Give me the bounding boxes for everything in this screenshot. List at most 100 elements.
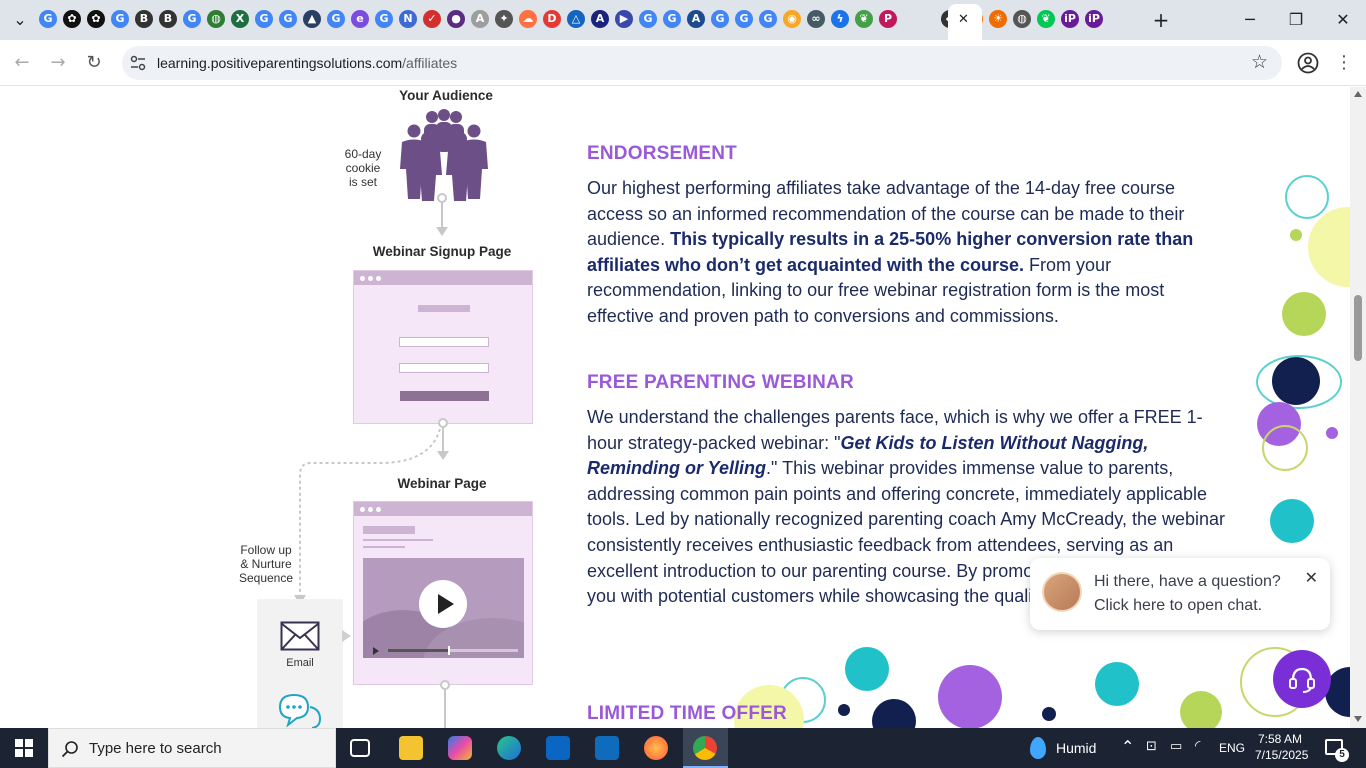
- meet-now-icon[interactable]: ⊡: [1146, 739, 1157, 754]
- tab-search-chevron-icon[interactable]: ⌄: [8, 8, 32, 32]
- p-icon[interactable]: P: [879, 10, 897, 28]
- ip-icon[interactable]: iP: [1085, 10, 1103, 28]
- weather-drop-icon[interactable]: [1030, 737, 1046, 759]
- task-view-icon[interactable]: [350, 739, 370, 757]
- copilot-icon[interactable]: [448, 736, 472, 760]
- google-icon[interactable]: G: [639, 10, 657, 28]
- chat-support-icon: [1289, 667, 1315, 693]
- url-text[interactable]: learning.positiveparentingsolutions.com/…: [157, 55, 457, 71]
- excel-icon[interactable]: X: [231, 10, 249, 28]
- cap-icon[interactable]: ▲: [303, 10, 321, 28]
- openai-icon[interactable]: ✿: [87, 10, 105, 28]
- video-player[interactable]: [363, 558, 524, 658]
- weather-text[interactable]: Humid: [1056, 740, 1096, 756]
- microsoft-store-icon[interactable]: [546, 736, 570, 760]
- video-play-small-icon[interactable]: [373, 647, 379, 655]
- language-indicator[interactable]: ENG: [1219, 741, 1245, 755]
- eye-icon[interactable]: ◉: [783, 10, 801, 28]
- check-icon[interactable]: ✓: [423, 10, 441, 28]
- chat-greeting[interactable]: Hi there, have a question?: [1094, 573, 1281, 591]
- cloud-icon[interactable]: ☁: [519, 10, 537, 28]
- video-progress-bar[interactable]: [388, 646, 518, 655]
- chat-popup[interactable]: Hi there, have a question? Click here to…: [1030, 558, 1330, 630]
- triangle-icon[interactable]: △: [567, 10, 585, 28]
- firefox-icon[interactable]: [644, 736, 668, 760]
- google-icon[interactable]: G: [183, 10, 201, 28]
- google-icon[interactable]: G: [759, 10, 777, 28]
- globe-icon[interactable]: ◍: [1013, 10, 1031, 28]
- minimize-button[interactable]: ─: [1238, 8, 1262, 32]
- google-icon[interactable]: G: [711, 10, 729, 28]
- back-button[interactable]: ←: [10, 51, 34, 75]
- ads-icon[interactable]: A: [471, 10, 489, 28]
- google-icon[interactable]: G: [111, 10, 129, 28]
- openai-icon[interactable]: ✿: [63, 10, 81, 28]
- close-window-button[interactable]: ✕: [1331, 8, 1355, 32]
- google-icon[interactable]: G: [39, 10, 57, 28]
- b-icon[interactable]: B: [135, 10, 153, 28]
- chat-close-button[interactable]: ✕: [1305, 568, 1318, 587]
- play-button[interactable]: [419, 580, 467, 628]
- tray-chevron-icon[interactable]: ⌃: [1121, 737, 1134, 756]
- chat-launcher-button[interactable]: [1273, 650, 1331, 708]
- address-bar[interactable]: learning.positiveparentingsolutions.com/…: [122, 46, 1282, 80]
- search-icon: [61, 741, 78, 758]
- scroll-up-icon[interactable]: [1354, 91, 1362, 97]
- close-tab-icon[interactable]: ✕: [958, 12, 969, 27]
- decor-circle: [1326, 427, 1338, 439]
- clock-time[interactable]: 7:58 AM: [1258, 732, 1302, 746]
- profile-icon[interactable]: [1297, 52, 1319, 74]
- link-icon[interactable]: ∞: [807, 10, 825, 28]
- battery-icon[interactable]: ▭: [1170, 739, 1182, 754]
- decor-circle: [1042, 707, 1056, 721]
- google-icon[interactable]: G: [375, 10, 393, 28]
- n-icon[interactable]: N: [399, 10, 417, 28]
- google-icon[interactable]: G: [327, 10, 345, 28]
- wifi-icon[interactable]: ◜: [1195, 738, 1200, 754]
- google-icon[interactable]: G: [735, 10, 753, 28]
- email-label: Email: [286, 657, 314, 669]
- globe-icon[interactable]: ◍: [207, 10, 225, 28]
- b-icon[interactable]: B: [159, 10, 177, 28]
- windows-start-icon[interactable]: [15, 739, 33, 757]
- windows-taskbar: Type here to search Humid ⌃ ⊡ ▭ ◜ ENG 7:…: [0, 728, 1366, 768]
- circle-icon[interactable]: ●: [447, 10, 465, 28]
- email-card: Email: [257, 599, 343, 728]
- reload-button[interactable]: ↻: [82, 51, 106, 75]
- outlook-icon[interactable]: [595, 736, 619, 760]
- ip-icon[interactable]: iP: [1061, 10, 1079, 28]
- sun-icon[interactable]: ☀: [989, 10, 1007, 28]
- tab-active[interactable]: ✕: [948, 4, 982, 40]
- az-icon[interactable]: A: [687, 10, 705, 28]
- leaf-icon[interactable]: ❦: [1037, 10, 1055, 28]
- bookmark-star-icon[interactable]: ☆: [1251, 51, 1268, 73]
- maximize-button[interactable]: ❐: [1284, 8, 1308, 32]
- taskbar-search-box[interactable]: Type here to search: [48, 728, 336, 768]
- page-scrollbar[interactable]: [1350, 87, 1366, 728]
- d-icon[interactable]: D: [543, 10, 561, 28]
- flow-connector-1: [436, 193, 448, 236]
- leaf-icon[interactable]: ❦: [855, 10, 873, 28]
- google-icon[interactable]: G: [663, 10, 681, 28]
- a-icon[interactable]: A: [591, 10, 609, 28]
- gear-icon[interactable]: ✦: [495, 10, 513, 28]
- clock-date[interactable]: 7/15/2025: [1255, 748, 1308, 762]
- edge-icon[interactable]: [497, 736, 521, 760]
- e-icon[interactable]: e: [351, 10, 369, 28]
- flow-connector-3: [440, 680, 450, 728]
- signup-page-label: Webinar Signup Page: [372, 244, 512, 259]
- scroll-down-icon[interactable]: [1354, 716, 1362, 722]
- new-tab-button[interactable]: +: [1149, 8, 1173, 32]
- chat-open-prompt[interactable]: Click here to open chat.: [1094, 597, 1262, 615]
- file-explorer-icon[interactable]: [399, 736, 423, 760]
- cookie-note: 60-day cookie is set: [344, 147, 382, 189]
- google-icon[interactable]: G: [279, 10, 297, 28]
- site-settings-icon[interactable]: [130, 55, 146, 71]
- menu-kebab-icon[interactable]: ⋮: [1332, 51, 1356, 75]
- bolt-icon[interactable]: ϟ: [831, 10, 849, 28]
- chrome-taskbar-active[interactable]: [683, 728, 728, 768]
- scroll-thumb[interactable]: [1354, 295, 1362, 361]
- google-icon[interactable]: G: [255, 10, 273, 28]
- play-icon[interactable]: ▶: [615, 10, 633, 28]
- forward-button[interactable]: →: [46, 51, 70, 75]
